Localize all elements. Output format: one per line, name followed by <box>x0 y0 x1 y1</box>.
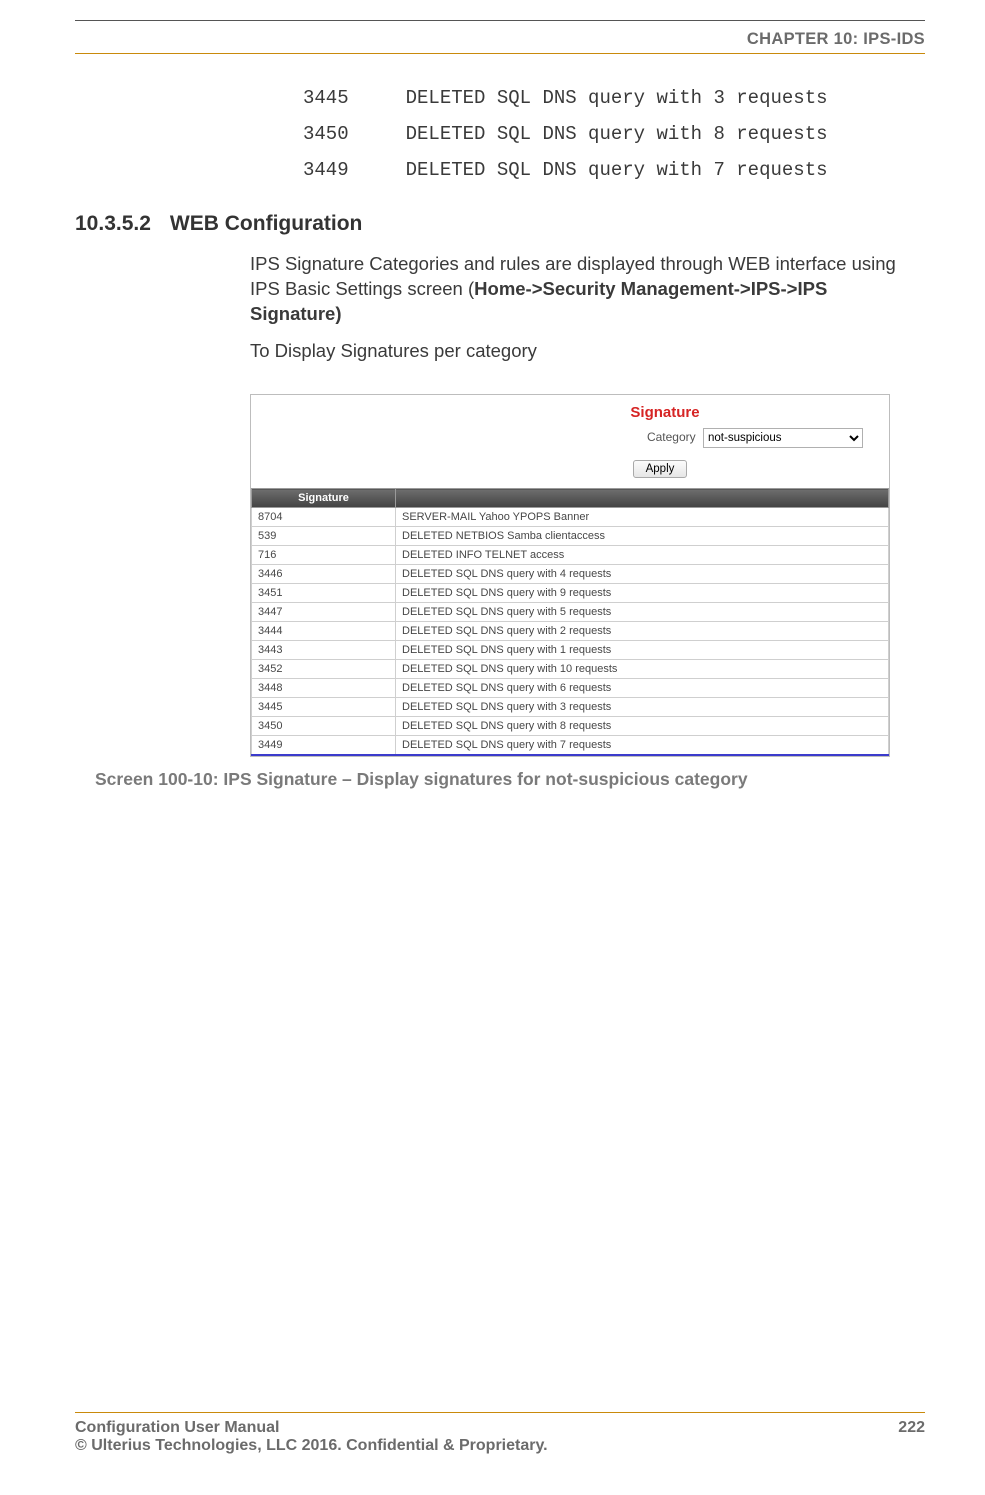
table-row: 3444DELETED SQL DNS query with 2 request… <box>252 622 889 641</box>
table-row: 3448DELETED SQL DNS query with 6 request… <box>252 679 889 698</box>
sig-id: 3444 <box>252 622 396 641</box>
sig-desc: DELETED NETBIOS Samba clientaccess <box>396 527 889 546</box>
sig-desc: DELETED SQL DNS query with 9 requests <box>396 584 889 603</box>
table-row: 3450DELETED SQL DNS query with 8 request… <box>252 717 889 736</box>
sig-id: 3451 <box>252 584 396 603</box>
table-row: 3451DELETED SQL DNS query with 9 request… <box>252 584 889 603</box>
category-select[interactable]: not-suspicious <box>703 428 863 448</box>
table-row: 3446DELETED SQL DNS query with 4 request… <box>252 565 889 584</box>
sig-id: 3449 <box>252 736 396 756</box>
section-number: 10.3.5.2 <box>75 212 151 235</box>
sig-id: 3443 <box>252 641 396 660</box>
description-col-header <box>396 489 889 508</box>
page-footer: Configuration User Manual 222 © Ulterius… <box>75 1412 925 1455</box>
table-row: 3449DELETED SQL DNS query with 7 request… <box>252 736 889 756</box>
signature-heading: Signature <box>630 404 699 421</box>
table-row: 3447DELETED SQL DNS query with 5 request… <box>252 603 889 622</box>
sig-desc: DELETED SQL DNS query with 5 requests <box>396 603 889 622</box>
sig-desc: DELETED SQL DNS query with 8 requests <box>396 717 889 736</box>
page-number: 222 <box>898 1419 925 1437</box>
code-id: 3445 <box>303 87 349 109</box>
signature-col-header: Signature <box>252 489 396 508</box>
code-block: 3445 DELETED SQL DNS query with 3 reques… <box>303 80 925 188</box>
sig-id: 3445 <box>252 698 396 717</box>
sig-desc: DELETED SQL DNS query with 3 requests <box>396 698 889 717</box>
code-line: 3445 DELETED SQL DNS query with 3 reques… <box>303 80 925 116</box>
category-label: Category <box>647 430 696 444</box>
footer-copyright: © Ulterius Technologies, LLC 2016. Confi… <box>75 1437 925 1455</box>
top-rule <box>75 20 925 21</box>
code-line: 3449 DELETED SQL DNS query with 7 reques… <box>303 152 925 188</box>
paragraph: To Display Signatures per category <box>250 339 915 364</box>
signature-screenshot: Signature Category not-suspicious Apply … <box>250 394 890 757</box>
sig-desc: DELETED SQL DNS query with 2 requests <box>396 622 889 641</box>
sig-desc: DELETED INFO TELNET access <box>396 546 889 565</box>
sig-id: 3448 <box>252 679 396 698</box>
sig-id: 539 <box>252 527 396 546</box>
chapter-header: CHAPTER 10: IPS-IDS <box>75 30 925 54</box>
table-row: 539DELETED NETBIOS Samba clientaccess <box>252 527 889 546</box>
sig-id: 3447 <box>252 603 396 622</box>
sig-desc: DELETED SQL DNS query with 4 requests <box>396 565 889 584</box>
code-text: DELETED SQL DNS query with 3 requests <box>406 87 828 109</box>
table-row: 716DELETED INFO TELNET access <box>252 546 889 565</box>
category-row: Category not-suspicious <box>257 428 883 448</box>
apply-button[interactable]: Apply <box>633 460 688 478</box>
sig-id: 716 <box>252 546 396 565</box>
table-row: 3443DELETED SQL DNS query with 1 request… <box>252 641 889 660</box>
paragraph: IPS Signature Categories and rules are d… <box>250 252 915 327</box>
code-text: DELETED SQL DNS query with 8 requests <box>406 123 828 145</box>
sig-id: 3452 <box>252 660 396 679</box>
sig-id: 3446 <box>252 565 396 584</box>
signature-table: Signature 8704SERVER-MAIL Yahoo YPOPS Ba… <box>251 488 889 756</box>
sig-id: 8704 <box>252 508 396 527</box>
code-line: 3450 DELETED SQL DNS query with 8 reques… <box>303 116 925 152</box>
code-id: 3450 <box>303 123 349 145</box>
sig-desc: DELETED SQL DNS query with 6 requests <box>396 679 889 698</box>
code-id: 3449 <box>303 159 349 181</box>
table-row: 3452DELETED SQL DNS query with 10 reques… <box>252 660 889 679</box>
figure-caption: Screen 100-10: IPS Signature – Display s… <box>95 769 925 790</box>
sig-desc: DELETED SQL DNS query with 10 requests <box>396 660 889 679</box>
section-heading: 10.3.5.2 WEB Configuration <box>75 212 925 236</box>
code-text: DELETED SQL DNS query with 7 requests <box>406 159 828 181</box>
table-row: 3445DELETED SQL DNS query with 3 request… <box>252 698 889 717</box>
sig-desc: SERVER-MAIL Yahoo YPOPS Banner <box>396 508 889 527</box>
sig-desc: DELETED SQL DNS query with 1 requests <box>396 641 889 660</box>
figure-container: Signature Category not-suspicious Apply … <box>250 394 890 757</box>
sig-id: 3450 <box>252 717 396 736</box>
table-row: 8704SERVER-MAIL Yahoo YPOPS Banner <box>252 508 889 527</box>
section-title: WEB Configuration <box>170 212 362 235</box>
footer-title: Configuration User Manual <box>75 1419 279 1437</box>
sig-desc: DELETED SQL DNS query with 7 requests <box>396 736 889 756</box>
